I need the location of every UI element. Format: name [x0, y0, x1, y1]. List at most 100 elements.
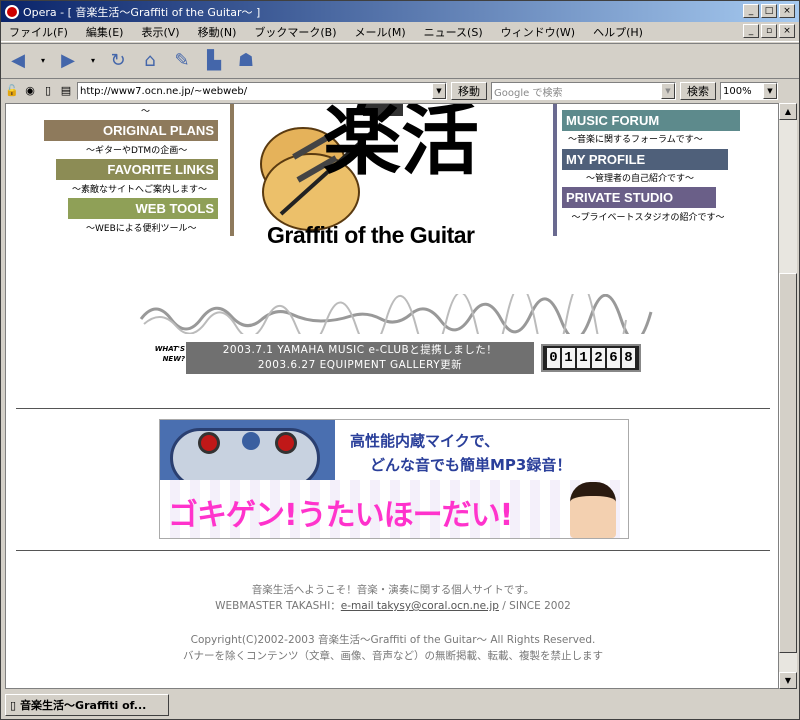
menu-news[interactable]: ニュース(S): [424, 24, 483, 40]
nav-private-studio-desc: ～プライベートスタジオの紹介です～: [571, 213, 725, 223]
nav-my-profile-desc: ～管理者の自己紹介です～: [586, 174, 695, 184]
counter-digit: 1: [562, 348, 575, 368]
print-icon[interactable]: ▙: [203, 50, 225, 72]
maximize-button[interactable]: □: [761, 4, 777, 18]
browser-window: Opera - [ 音楽生活～Graffiti of the Guitar～ ]…: [0, 0, 800, 720]
counter-digit: 8: [622, 348, 635, 368]
ad-device-image: [160, 420, 335, 480]
whats-new-label: WHAT'S NEW?: [154, 345, 185, 363]
page-tab-label: 音楽生活～Graffiti of...: [20, 699, 147, 712]
doc-restore-button[interactable]: ▫: [761, 24, 777, 38]
menu-bookmarks[interactable]: ブックマーク(B): [254, 24, 336, 40]
menu-navigate[interactable]: 移動(N): [198, 24, 237, 40]
counter-digit: 0: [547, 348, 560, 368]
nav-original-plans-desc: ～ギターやDTMの企画～: [86, 146, 188, 156]
menu-mail[interactable]: メール(M): [355, 24, 406, 40]
window-title: Opera - [ 音楽生活～Graffiti of the Guitar～ ]: [23, 5, 261, 19]
logo-subtitle: Graffiti of the Guitar: [267, 222, 475, 248]
page-icon[interactable]: ▯: [41, 84, 55, 98]
counter-digit: 6: [607, 348, 620, 368]
search-dropdown-icon[interactable]: ▼: [661, 83, 675, 99]
back-dropdown-icon[interactable]: ▾: [39, 50, 47, 72]
counter-digit: 2: [592, 348, 605, 368]
user-icon[interactable]: ☗: [235, 50, 257, 72]
nav-my-profile[interactable]: MY PROFILE: [562, 149, 728, 170]
status-bar: ▯ 音楽生活～Graffiti of...: [1, 691, 799, 719]
close-button[interactable]: ×: [779, 4, 795, 18]
nav-music-forum-desc: ～音楽に関するフォーラムです～: [568, 135, 703, 145]
zoom-dropdown-icon[interactable]: ▼: [763, 83, 777, 99]
divider: [16, 408, 770, 409]
url-text: http://www7.ocn.ne.jp/~webweb/: [80, 85, 248, 97]
nav-web-tools[interactable]: WEB TOOLS: [68, 198, 218, 219]
logo-kanji: 楽活: [323, 103, 480, 186]
nav-music-forum[interactable]: MUSIC FORUM: [562, 110, 740, 131]
divider: [16, 550, 770, 551]
hotlist-icon[interactable]: ✎: [171, 50, 193, 72]
search-button[interactable]: 検索: [680, 82, 716, 100]
menu-window[interactable]: ウィンドウ(W): [501, 24, 575, 40]
lock-icon[interactable]: 🔓: [5, 84, 19, 98]
left-top-desc: ～: [141, 107, 151, 117]
ad-banner[interactable]: 高性能内蔵マイクで、 どんな音でも簡単MP3録音！ ゴキゲン!うたいほーだい!: [159, 419, 629, 539]
email-link[interactable]: e-mail takysy@coral.ocn.ne.jp: [341, 600, 499, 612]
menu-bar: ファイル(F) 編集(E) 表示(V) 移動(N) ブックマーク(B) メール(…: [1, 22, 799, 42]
url-dropdown-icon[interactable]: ▼: [432, 83, 446, 99]
news-box: 2003.7.1 YAMAHA MUSIC e-CLUBと提携しました！ 200…: [186, 342, 534, 374]
menu-edit[interactable]: 編集(E): [86, 24, 124, 40]
doc-minimize-button[interactable]: _: [743, 24, 759, 38]
news-item[interactable]: 2003.7.1 YAMAHA MUSIC e-CLUBと提携しました！: [186, 343, 534, 358]
ad-singer-image: [570, 482, 616, 538]
go-button[interactable]: 移動: [451, 82, 487, 100]
menu-help[interactable]: ヘルプ(H): [593, 24, 643, 40]
copyright: Copyright(C)2002-2003 音楽生活～Graffiti of t…: [190, 634, 596, 646]
ad-banner-text: ゴキゲン!うたいほーだい!: [168, 498, 513, 533]
minimize-button[interactable]: _: [743, 4, 759, 18]
counter-digit: 1: [577, 348, 590, 368]
vertical-scrollbar[interactable]: ▲ ▼: [779, 103, 797, 689]
page-content: ～ ORIGINAL PLANS ～ギターやDTMの企画～ FAVORITE L…: [5, 103, 779, 689]
toolbar: ◀ ▾ ▶ ▾ ↻ ⌂ ✎ ▙ ☗: [1, 43, 799, 79]
zoom-value: 100%: [723, 85, 752, 97]
title-bar: Opera - [ 音楽生活～Graffiti of the Guitar～ ]…: [1, 1, 799, 22]
site-logo: 楽活 Graffiti of the Guitar: [251, 104, 531, 259]
right-nav-panel: [553, 104, 557, 236]
forward-arrow-icon[interactable]: ▶: [57, 50, 79, 72]
page-tab-icon: ▯: [10, 698, 17, 712]
nav-favorite-links-desc: ～素敵なサイトへご案内します～: [72, 185, 208, 195]
opera-logo-icon: [5, 4, 19, 19]
ad-line1: 高性能内蔵マイクで、: [350, 432, 500, 450]
url-input[interactable]: http://www7.ocn.ne.jp/~webweb/ ▼: [77, 82, 447, 100]
home-icon[interactable]: ⌂: [139, 50, 161, 72]
webmaster-label: WEBMASTER TAKASHI：: [215, 600, 341, 612]
access-counter: 0 1 1 2 6 8: [541, 344, 641, 372]
forward-dropdown-icon[interactable]: ▾: [89, 50, 97, 72]
camera-icon[interactable]: ◉: [23, 84, 37, 98]
since-text: / SINCE 2002: [498, 600, 571, 612]
back-arrow-icon[interactable]: ◀: [7, 50, 29, 72]
reload-icon[interactable]: ↻: [107, 50, 129, 72]
page-tab[interactable]: ▯ 音楽生活～Graffiti of...: [5, 694, 169, 716]
search-placeholder: Google で検索: [494, 87, 563, 99]
news-item[interactable]: 2003.6.27 EQUIPMENT GALLERY更新: [186, 358, 534, 373]
printer-icon[interactable]: ▤: [59, 84, 73, 98]
nav-private-studio[interactable]: PRIVATE STUDIO: [562, 187, 716, 208]
nav-favorite-links[interactable]: FAVORITE LINKS: [56, 159, 218, 180]
menu-file[interactable]: ファイル(F): [9, 24, 68, 40]
nav-original-plans[interactable]: ORIGINAL PLANS: [44, 120, 218, 141]
search-input[interactable]: Google で検索 ▼: [491, 82, 676, 100]
footer-welcome: 音楽生活へようこそ！音楽・演奏に関する個人サイトです。: [251, 584, 535, 596]
footer-webmaster: WEBMASTER TAKASHI：e-mail takysy@coral.oc…: [6, 598, 778, 614]
handwritten-banner: [139, 294, 653, 334]
doc-close-button[interactable]: ×: [779, 24, 795, 38]
zoom-select[interactable]: 100% ▼: [720, 82, 778, 100]
copy-notice: バナーを除くコンテンツ（文章、画像、音声など）の無断掲載、転載、複製を禁止します: [183, 650, 603, 662]
address-bar: 🔓 ◉ ▯ ▤ http://www7.ocn.ne.jp/~webweb/ ▼…: [1, 80, 799, 102]
menu-view[interactable]: 表示(V): [141, 24, 179, 40]
footer: 音楽生活へようこそ！音楽・演奏に関する個人サイトです。 WEBMASTER TA…: [6, 582, 778, 664]
scroll-down-icon[interactable]: ▼: [779, 672, 797, 689]
nav-web-tools-desc: ～WEBによる便利ツール～: [86, 224, 197, 234]
ad-line2: どんな音でも簡単MP3録音！: [370, 456, 572, 474]
scroll-up-icon[interactable]: ▲: [779, 103, 797, 120]
scroll-thumb[interactable]: [779, 273, 797, 653]
